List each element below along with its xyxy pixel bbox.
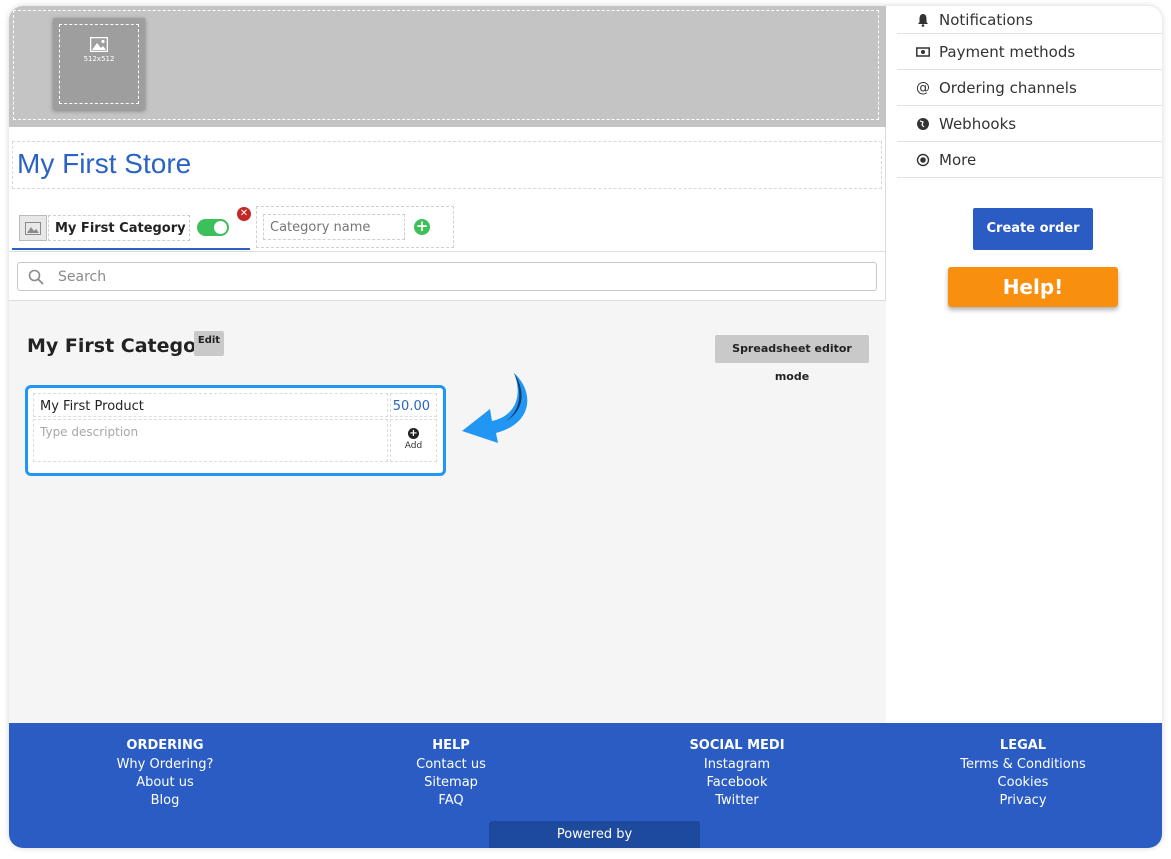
plus-circle-icon: + (408, 428, 419, 439)
product-description-input[interactable] (40, 425, 380, 439)
footer-column-title: HELP (432, 738, 470, 753)
footer-link[interactable]: Terms & Conditions (923, 756, 1123, 774)
footer-column-social: SOCIAL MEDI Instagram Facebook Twitter (637, 738, 837, 810)
footer-link[interactable]: Cookies (923, 774, 1123, 792)
at-sign-icon: @ (916, 79, 930, 96)
product-price-field[interactable]: 50.00 (390, 393, 437, 417)
search-icon (28, 269, 44, 285)
spreadsheet-editor-button[interactable]: Spreadsheet editor mode (715, 335, 869, 383)
toggle-knob (214, 221, 227, 234)
add-label: Add (404, 441, 423, 451)
radio-dot-icon (915, 152, 931, 168)
footer: ORDERING Why Ordering? About us Blog HEL… (9, 723, 1162, 848)
category-tab-label: My First Category (55, 221, 186, 236)
sidebar-item-notifications[interactable]: Notifications (897, 6, 1162, 34)
footer-link[interactable]: Facebook (637, 774, 837, 792)
product-price: 50.00 (392, 399, 430, 414)
footer-column-title: LEGAL (999, 738, 1047, 753)
logo-size-label: 512x512 (83, 55, 115, 63)
new-category-input[interactable] (263, 214, 405, 240)
sidebar-item-label: Notifications (939, 10, 1033, 29)
footer-link[interactable]: About us (65, 774, 265, 792)
footer-column-help: HELP Contact us Sitemap FAQ (351, 738, 551, 810)
footer-link[interactable]: Instagram (637, 756, 837, 774)
delete-category-icon[interactable]: ✕ (237, 207, 251, 221)
curved-arrow-icon (462, 373, 528, 443)
footer-link[interactable]: Contact us (351, 756, 551, 774)
category-content: My First Category Edit Spreadsheet edito… (9, 300, 886, 723)
sidebar-item-label: Ordering channels (939, 78, 1077, 97)
sidebar-item-label: Webhooks (939, 114, 1017, 133)
category-enabled-toggle[interactable] (197, 219, 229, 236)
divider (9, 251, 886, 252)
sidebar-item-label: Payment methods (939, 42, 1076, 61)
tab-my-first-category[interactable]: My First Category ✕ (12, 207, 251, 250)
sidebar-item-label: More (939, 150, 977, 169)
footer-link[interactable]: Blog (65, 792, 265, 810)
add-category-icon[interactable]: + (414, 219, 430, 235)
logo-dropzone: 512x512 (59, 24, 139, 104)
store-editor: 512x512 My First Store My First Category… (9, 6, 886, 723)
globe-icon (915, 116, 931, 132)
right-sidebar: Notifications Payment methods @ Ordering… (887, 6, 1162, 723)
banknote-icon (915, 44, 931, 60)
sidebar-item-more[interactable]: More (897, 142, 1162, 178)
footer-link[interactable]: Sitemap (351, 774, 551, 792)
product-name-field[interactable]: My First Product (33, 393, 388, 417)
footer-link[interactable]: Why Ordering? (65, 756, 265, 774)
store-banner[interactable]: 512x512 (9, 6, 886, 127)
footer-column-title: ORDERING (126, 738, 204, 753)
add-product-image-button[interactable]: + Add (390, 419, 437, 462)
create-order-button[interactable]: Create order (973, 208, 1093, 250)
store-title-field[interactable]: My First Store (12, 141, 882, 189)
image-icon (90, 37, 108, 52)
footer-link[interactable]: Privacy (923, 792, 1123, 810)
footer-column-title: SOCIAL MEDI (689, 738, 785, 753)
store-title[interactable]: My First Store (17, 148, 191, 180)
product-description-field[interactable] (33, 419, 388, 462)
footer-link[interactable]: Twitter (637, 792, 837, 810)
footer-column-ordering: ORDERING Why Ordering? About us Blog (65, 738, 265, 810)
app-window: 512x512 My First Store My First Category… (9, 6, 1162, 848)
image-icon (25, 221, 41, 235)
bell-icon (915, 12, 931, 28)
edit-category-button[interactable]: Edit (194, 331, 224, 356)
help-button[interactable]: Help! (948, 267, 1118, 307)
settings-menu: Notifications Payment methods @ Ordering… (897, 6, 1162, 178)
category-heading: My First Category (27, 335, 218, 357)
store-logo[interactable]: 512x512 (53, 18, 145, 110)
footer-link[interactable]: FAQ (351, 792, 551, 810)
new-category-form: + (256, 206, 454, 248)
category-image[interactable] (19, 215, 47, 241)
search-input[interactable] (58, 267, 858, 287)
footer-column-legal: LEGAL Terms & Conditions Cookies Privacy (923, 738, 1123, 810)
powered-by-bar: Powered by (489, 821, 700, 848)
sidebar-item-ordering-channels[interactable]: @ Ordering channels (897, 70, 1162, 106)
sidebar-item-webhooks[interactable]: Webhooks (897, 106, 1162, 142)
category-name-field[interactable]: My First Category (48, 215, 190, 241)
product-card: My First Product 50.00 + Add (25, 385, 446, 476)
sidebar-item-payment-methods[interactable]: Payment methods (897, 34, 1162, 70)
product-name: My First Product (40, 399, 144, 414)
search-bar[interactable] (17, 262, 877, 291)
